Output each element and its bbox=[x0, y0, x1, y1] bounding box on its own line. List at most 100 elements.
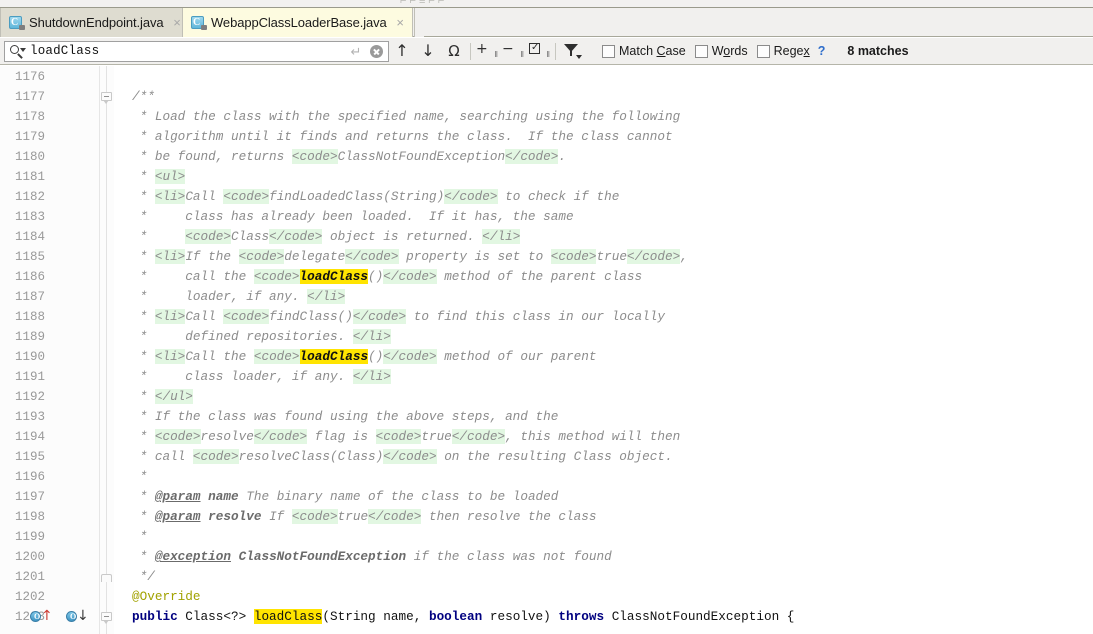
match-case-checkbox[interactable]: Match Case bbox=[602, 44, 686, 58]
code-line[interactable]: * Load the class with the specified name… bbox=[132, 107, 681, 127]
code-line[interactable]: * class has already been loaded. If it h… bbox=[132, 207, 574, 227]
clear-icon[interactable] bbox=[366, 41, 388, 62]
code-text: resolve) bbox=[482, 609, 559, 624]
tab-shutdownendpoint-java[interactable]: C ShutdownEndpoint.java × bbox=[0, 8, 190, 37]
java-keyword: public bbox=[132, 609, 178, 624]
words-checkbox[interactable]: Words bbox=[694, 44, 748, 58]
code-line[interactable]: * @param name The binary name of the cla… bbox=[132, 487, 559, 507]
javadoc-html-tag: <code> bbox=[291, 509, 338, 524]
javadoc-tag: name bbox=[208, 489, 239, 504]
tab-close-icon[interactable]: × bbox=[172, 16, 183, 29]
search-match-highlight: loadClass bbox=[299, 349, 369, 364]
code-line[interactable]: * algorithm until it finds and returns t… bbox=[132, 127, 673, 147]
javadoc-html-tag: <li> bbox=[154, 349, 186, 364]
code-line[interactable]: * bbox=[132, 467, 148, 487]
code-line[interactable]: * <code>resolve</code> flag is <code>tru… bbox=[132, 427, 680, 447]
line-number: 1188 bbox=[15, 310, 46, 324]
code-line[interactable]: * <code>Class</code> object is returned.… bbox=[132, 227, 521, 247]
code-text: * Load the class with the specified name… bbox=[132, 109, 681, 124]
code-text: If the bbox=[185, 249, 239, 264]
regex-checkbox[interactable]: Regex bbox=[756, 44, 810, 58]
javadoc-tag: @exception bbox=[154, 549, 231, 564]
overriding-method-icon[interactable]: O ↑ bbox=[30, 608, 53, 625]
code-text: * bbox=[132, 169, 155, 184]
code-line[interactable]: * <li>Call <code>findLoadedClass(String)… bbox=[132, 187, 619, 207]
javadoc-html-tag: </code> bbox=[368, 509, 422, 524]
line-number: 1178 bbox=[15, 110, 46, 124]
code-editor[interactable]: 1176 1177 1178 1179 1180 1181 1182 1183 1184 1185… bbox=[0, 66, 1093, 634]
javadoc-html-tag: <li> bbox=[154, 189, 186, 204]
javadoc-html-tag: </code> bbox=[505, 149, 559, 164]
code-line[interactable]: @Override bbox=[132, 587, 201, 607]
code-line[interactable]: * </ul> bbox=[132, 387, 193, 407]
search-match-highlight: loadClass bbox=[253, 609, 323, 624]
checkbox-box[interactable] bbox=[756, 44, 770, 58]
javadoc-tag: resolve bbox=[208, 509, 262, 524]
line-number: 1194 bbox=[15, 430, 46, 444]
code-line[interactable]: * <li>Call <code>findClass()</code> to f… bbox=[132, 307, 665, 327]
select-all-button[interactable]: ✓ II bbox=[526, 39, 552, 63]
code-line[interactable]: * call <code>resolveClass(Class)</code> … bbox=[132, 447, 673, 467]
code-line[interactable]: * class loader, if any. </li> bbox=[132, 367, 391, 387]
fold-collapse-icon[interactable] bbox=[101, 612, 113, 624]
code-text: * bbox=[132, 389, 155, 404]
code-text: findClass() bbox=[269, 309, 353, 324]
checkbox-box[interactable] bbox=[694, 44, 708, 58]
tab-webappclassloaderbase-java[interactable]: C WebappClassLoaderBase.java × bbox=[182, 8, 413, 37]
javadoc-html-tag: </code> bbox=[253, 429, 308, 444]
line-number: 1196 bbox=[15, 470, 46, 484]
tab-close-icon[interactable]: × bbox=[395, 16, 406, 29]
code-line[interactable]: */ bbox=[132, 567, 155, 587]
code-line[interactable]: * @param resolve If <code>true</code> th… bbox=[132, 507, 597, 527]
code-text: , this method will then bbox=[505, 429, 681, 444]
remove-selection-button[interactable]: − II bbox=[500, 39, 526, 63]
search-icon[interactable] bbox=[8, 43, 26, 60]
regex-help-icon[interactable]: ? bbox=[818, 44, 826, 58]
enter-icon: ↵ bbox=[350, 43, 362, 59]
search-input[interactable]: loadClass bbox=[30, 44, 346, 58]
java-class-icon: C bbox=[9, 15, 25, 30]
checkbox-box[interactable] bbox=[602, 44, 615, 58]
code-text: * bbox=[132, 469, 148, 484]
fold-collapse-icon[interactable] bbox=[101, 92, 113, 104]
code-line[interactable]: * <li>If the <code>delegate</code> prope… bbox=[132, 247, 688, 267]
javadoc-html-tag: </code> bbox=[626, 249, 681, 264]
javadoc-html-tag: </code> bbox=[383, 449, 437, 464]
code-line[interactable]: * bbox=[132, 527, 148, 547]
code-text: Call the bbox=[185, 349, 254, 364]
select-all-occurrences-button[interactable]: Ω bbox=[441, 39, 467, 63]
code-line[interactable]: public Class<?> loadClass(String name, b… bbox=[132, 607, 794, 627]
code-folding-strip[interactable] bbox=[100, 66, 114, 634]
code-text: then resolve the class bbox=[421, 509, 597, 524]
code-content[interactable]: /** * Load the class with the specified … bbox=[114, 66, 1093, 634]
match-count-label: 8 matches bbox=[847, 44, 909, 58]
code-line[interactable]: * <ul> bbox=[132, 167, 186, 187]
code-text: * class loader, if any. bbox=[132, 369, 353, 384]
code-line[interactable]: * <li>Call the <code>loadClass()</code> … bbox=[132, 347, 596, 367]
code-line[interactable]: * If the class was found using the above… bbox=[132, 407, 559, 427]
javadoc-html-tag: </li> bbox=[482, 229, 521, 244]
code-line[interactable]: * call the <code>loadClass()</code> meth… bbox=[132, 267, 642, 287]
code-line[interactable]: * be found, returns <code>ClassNotFoundE… bbox=[132, 147, 566, 167]
filter-button[interactable] bbox=[559, 39, 585, 63]
javadoc-html-tag: </code> bbox=[352, 309, 407, 324]
find-previous-button[interactable]: ↑ bbox=[389, 39, 415, 63]
code-line[interactable]: * loader, if any. </li> bbox=[132, 287, 346, 307]
code-text: ClassNotFoundException bbox=[337, 149, 506, 164]
code-line[interactable]: /** bbox=[132, 87, 155, 107]
search-input-wrapper[interactable]: loadClass ↵ bbox=[4, 40, 389, 62]
fold-end-icon[interactable] bbox=[101, 572, 113, 584]
words-label: Words bbox=[711, 44, 748, 58]
code-text: if the class was not found bbox=[406, 549, 612, 564]
code-line[interactable]: * defined repositories. </li> bbox=[132, 327, 391, 347]
code-text: to check if the bbox=[497, 189, 620, 204]
line-number-gutter[interactable]: 1176 1177 1178 1179 1180 1181 1182 1183 1184 1185… bbox=[0, 66, 100, 634]
overridden-method-icon[interactable]: O ↓ bbox=[66, 608, 89, 625]
code-line[interactable]: * @exception ClassNotFoundException if t… bbox=[132, 547, 612, 567]
line-number: 1202 bbox=[15, 590, 46, 604]
line-number: 1176 bbox=[15, 70, 46, 84]
code-text: * bbox=[132, 349, 155, 364]
add-selection-button[interactable]: + II bbox=[474, 39, 500, 63]
find-next-button[interactable]: ↓ bbox=[415, 39, 441, 63]
